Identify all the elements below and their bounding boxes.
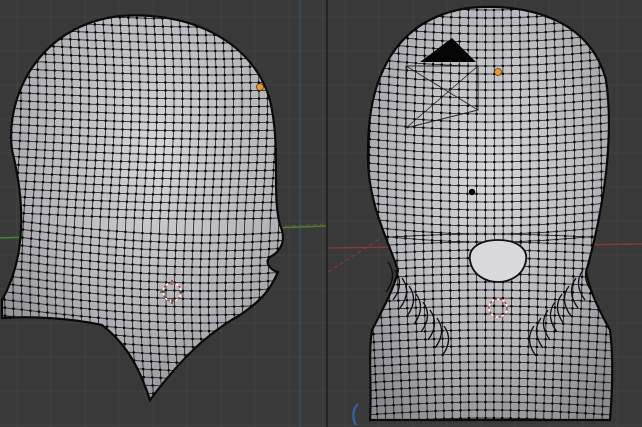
axis-x-dash	[328, 239, 379, 273]
lamp-origin-icon[interactable]	[494, 68, 502, 76]
head-mesh[interactable]	[350, 0, 638, 427]
lamp-origin-icon[interactable]	[256, 83, 264, 91]
3d-viewport-side[interactable]	[0, 0, 326, 427]
mouth-opening	[468, 239, 528, 283]
head-mesh[interactable]	[0, 3, 311, 427]
object-origin-dot	[468, 188, 476, 196]
viewport-pair	[0, 0, 642, 427]
manipulator-arc	[352, 403, 359, 426]
viewport-side-canvas[interactable]	[0, 0, 326, 427]
3d-viewport-front[interactable]	[328, 0, 642, 427]
viewport-front-canvas[interactable]	[328, 0, 642, 427]
